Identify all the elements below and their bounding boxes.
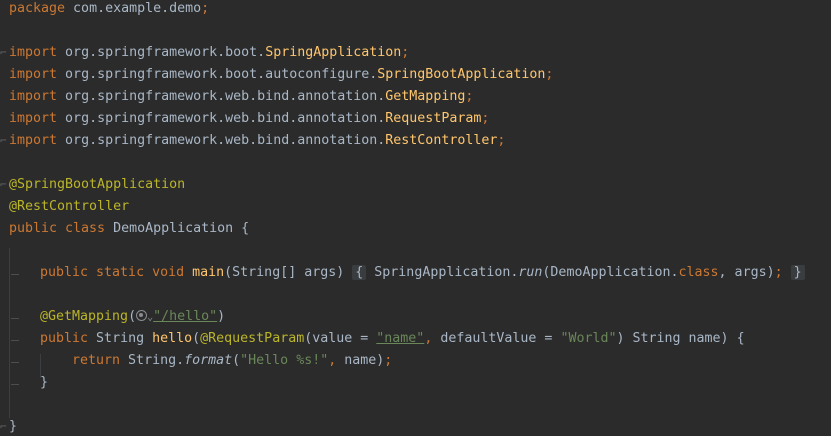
semicolon: ; [774,265,783,280]
string-literal: "Hello %s!" [240,353,329,368]
fold-class-start-icon[interactable]: ⌐ [0,176,7,194]
semicolon: ; [481,111,490,126]
keyword: import [9,45,58,60]
import-class: RestController [385,133,498,148]
code-line-annotation[interactable]: @RestController [9,198,129,220]
keyword: import [9,89,58,104]
class-name: DemoApplication { [105,221,250,236]
fold-imports-end-icon[interactable]: ⌐ [0,132,7,150]
import-class: GetMapping [385,89,466,104]
import-class: SpringApplication [265,45,402,60]
code-line-hello-method[interactable]: public String hello(@RequestParam(value … [40,330,745,352]
keyword: package [9,1,66,16]
indent-marker [11,384,19,385]
call-args: (DemoApplication. [542,265,679,280]
import-path: org.springframework.web.bind.annotation. [57,89,386,104]
folded-region-open[interactable]: { [352,265,367,280]
import-class: SpringBootApplication [377,67,546,82]
paren: ) [217,309,226,324]
keyword: import [9,133,58,148]
call-args: name) [336,353,385,368]
keyword: import [9,67,58,82]
paren: ( [128,309,137,324]
import-class: RequestParam [385,111,482,126]
keyword: return [72,353,121,368]
endpoint-path[interactable]: "/hello" [153,309,217,324]
import-path: org.springframework.boot.autoconfigure. [57,67,378,82]
keyword: public class [9,221,106,236]
keyword: public [40,331,89,346]
code-line-import[interactable]: import org.springframework.web.bind.anno… [9,132,505,154]
method-name: hello [152,331,193,346]
web-endpoint-icon[interactable] [136,310,148,321]
keyword: class [678,265,719,280]
code-line-class-declaration[interactable]: public class DemoApplication { [9,220,249,242]
semicolon: ; [497,133,506,148]
code-line-import[interactable]: import org.springframework.boot.SpringAp… [9,44,409,66]
call-args: , args) [718,265,775,280]
code-line-class-close[interactable]: } [9,418,17,436]
import-path: org.springframework.web.bind.annotation. [57,111,386,126]
keyword: public static void [40,265,185,280]
semicolon: ; [465,89,474,104]
param-text: (value = [304,331,377,346]
semicolon: ; [545,67,554,82]
keyword: import [9,111,58,126]
semicolon: ; [384,353,393,368]
code-line-method-close[interactable]: } [40,374,48,396]
indent-marker [11,274,19,275]
import-path: org.springframework.web.bind.annotation. [57,133,386,148]
annotation: @GetMapping [40,309,129,324]
method-params: (String[] args) [224,265,345,280]
string-literal: "World" [560,331,617,346]
semicolon: ; [201,1,210,16]
indent-marker [11,318,19,319]
code-line-get-mapping[interactable]: @GetMapping(⌄"/hello") [40,308,225,330]
import-path: org.springframework.boot. [57,45,266,60]
code-line-import[interactable]: import org.springframework.web.bind.anno… [9,110,489,132]
fold-imports-start-icon[interactable]: ⌐ [0,44,7,62]
annotation: @RequestParam [200,331,305,346]
method-name: main [192,265,225,280]
call-method: format [184,353,233,368]
param-text: ) String name) { [616,331,745,346]
code-line-import[interactable]: import org.springframework.web.bind.anno… [9,88,473,110]
code-line-return[interactable]: return String.format("Hello %s!", name); [72,352,392,374]
string-literal: "name" [376,331,425,346]
code-line-annotation[interactable]: @SpringBootApplication [9,176,185,198]
indent-marker [11,362,19,363]
folded-region-close[interactable]: } [790,265,805,280]
code-line-main-method[interactable]: public static void main(String[] args) {… [40,264,805,286]
paren: ( [232,353,241,368]
param-text: defaultValue = [432,331,561,346]
code-editor[interactable]: ⌐ ⌐ ⌐ ⌐ package com.example.demo; import… [0,0,831,436]
code-line-import[interactable]: import org.springframework.boot.autoconf… [9,66,553,88]
package-name: com.example.demo [65,1,202,16]
code-line-package[interactable]: package com.example.demo; [9,0,209,22]
call-target: String. [120,353,185,368]
fold-class-end-icon[interactable]: ⌐ [0,418,7,436]
call-target: SpringApplication. [366,265,519,280]
paren: ( [192,331,201,346]
indent-marker [11,340,19,341]
return-type: String [88,331,153,346]
semicolon: ; [401,45,410,60]
call-method: run [518,265,543,280]
